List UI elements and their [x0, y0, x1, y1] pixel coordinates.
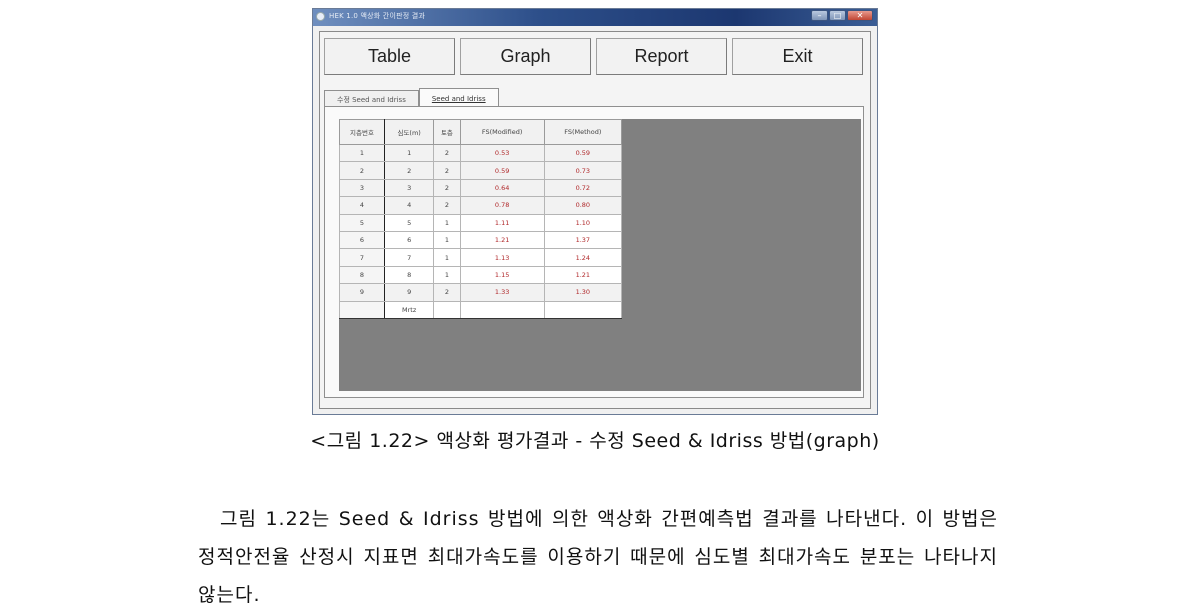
cell-fs-method[interactable]: 0.59 — [543, 143, 623, 163]
table-row[interactable]: 1 1 2 0.53 0.59 — [339, 143, 623, 163]
cell-soil[interactable]: 1 — [433, 213, 461, 232]
cell-soil[interactable]: 2 — [433, 196, 461, 215]
table-row[interactable]: 6 6 1 1.21 1.37 — [339, 230, 623, 250]
cell-fs-modified[interactable]: 0.59 — [459, 161, 545, 180]
cell-depth[interactable]: 8 — [383, 265, 435, 285]
cell-depth[interactable]: 1 — [383, 143, 435, 163]
cell-fs-modified[interactable]: 1.15 — [459, 265, 545, 285]
grid-header-row: 지층번호 심도(m) 토층 FS(Modified) FS(Method) — [339, 119, 623, 145]
app-icon — [316, 12, 325, 21]
cell-fs-method[interactable]: 1.21 — [543, 265, 623, 285]
window-controls: – □ ✕ — [811, 10, 873, 21]
col-header-depth[interactable]: 심도(m) — [383, 119, 435, 145]
row-number: 6 — [339, 230, 385, 250]
cell-depth[interactable]: 4 — [383, 196, 435, 215]
table-row[interactable]: 4 4 2 0.78 0.80 — [339, 196, 623, 215]
cell-depth[interactable]: 5 — [383, 213, 435, 232]
row-number: 3 — [339, 178, 385, 198]
cell-soil[interactable]: 2 — [433, 283, 461, 302]
title-bar[interactable]: HEK 1.0 액상화 간이판정 결과 – □ ✕ — [313, 9, 877, 26]
cell-soil[interactable]: 1 — [433, 230, 461, 250]
toolbar: Table Graph Report Exit — [324, 38, 863, 75]
table-row[interactable]: 2 2 2 0.59 0.73 — [339, 161, 623, 180]
cell-fs-method[interactable]: 1.10 — [543, 213, 623, 232]
cell-depth[interactable]: 7 — [383, 248, 435, 267]
table-footer-row: Mrtz — [339, 300, 623, 319]
row-number: 7 — [339, 248, 385, 267]
grid-background: 지층번호 심도(m) 토층 FS(Modified) FS(Method) 1 … — [339, 119, 861, 391]
cell-depth[interactable]: 6 — [383, 230, 435, 250]
cell-depth[interactable]: 3 — [383, 178, 435, 198]
col-header-fs-method[interactable]: FS(Method) — [543, 119, 623, 145]
tab-panel: 지층번호 심도(m) 토층 FS(Modified) FS(Method) 1 … — [324, 106, 864, 398]
cell-fs-method[interactable]: 0.73 — [543, 161, 623, 180]
col-header-soil[interactable]: 토층 — [433, 119, 461, 145]
row-number: 8 — [339, 265, 385, 285]
minimize-button[interactable]: – — [811, 10, 828, 21]
cell-soil[interactable]: 1 — [433, 248, 461, 267]
table-button[interactable]: Table — [324, 38, 455, 75]
exit-button[interactable]: Exit — [732, 38, 863, 75]
table-row[interactable]: 8 8 1 1.15 1.21 — [339, 265, 623, 285]
cell-soil[interactable]: 2 — [433, 161, 461, 180]
cell-fs-modified[interactable]: 0.53 — [459, 143, 545, 163]
cell-depth[interactable]: 2 — [383, 161, 435, 180]
footer-cell-fs-modified — [459, 300, 545, 319]
cell-fs-modified[interactable]: 1.21 — [459, 230, 545, 250]
cell-depth[interactable]: 9 — [383, 283, 435, 302]
cell-fs-modified[interactable]: 1.11 — [459, 213, 545, 232]
cell-fs-method[interactable]: 0.72 — [543, 178, 623, 198]
col-header-layer-no[interactable]: 지층번호 — [339, 119, 385, 145]
close-button[interactable]: ✕ — [847, 10, 873, 21]
row-number: 1 — [339, 143, 385, 163]
table-row[interactable]: 7 7 1 1.13 1.24 — [339, 248, 623, 267]
app-window: HEK 1.0 액상화 간이판정 결과 – □ ✕ Table Graph Re… — [312, 8, 878, 415]
cell-soil[interactable]: 2 — [433, 178, 461, 198]
cell-fs-method[interactable]: 1.24 — [543, 248, 623, 267]
cell-fs-modified[interactable]: 0.64 — [459, 178, 545, 198]
col-header-fs-modified[interactable]: FS(Modified) — [459, 119, 545, 145]
row-number: 5 — [339, 213, 385, 232]
maximize-button[interactable]: □ — [829, 10, 846, 21]
report-button[interactable]: Report — [596, 38, 727, 75]
client-area: Table Graph Report Exit 수정 Seed and Idri… — [319, 31, 871, 409]
cell-fs-method[interactable]: 0.80 — [543, 196, 623, 215]
cell-fs-modified[interactable]: 1.33 — [459, 283, 545, 302]
table-row[interactable]: 3 3 2 0.64 0.72 — [339, 178, 623, 198]
footer-cell-soil — [433, 300, 461, 319]
table-row[interactable]: 5 5 1 1.11 1.10 — [339, 213, 623, 232]
cell-fs-modified[interactable]: 0.78 — [459, 196, 545, 215]
figure-caption: <그림 1.22> 액상화 평가결과 - 수정 Seed & Idriss 방법… — [310, 430, 880, 452]
table-row[interactable]: 9 9 2 1.33 1.30 — [339, 283, 623, 302]
row-number: 2 — [339, 161, 385, 180]
cell-fs-modified[interactable]: 1.13 — [459, 248, 545, 267]
cell-fs-method[interactable]: 1.30 — [543, 283, 623, 302]
tab-bar: 수정 Seed and Idriss Seed and Idriss — [324, 88, 499, 109]
footer-row-number — [339, 300, 385, 319]
row-number: 9 — [339, 283, 385, 302]
window-title: HEK 1.0 액상화 간이판정 결과 — [329, 12, 426, 20]
row-number: 4 — [339, 196, 385, 215]
results-grid: 지층번호 심도(m) 토층 FS(Modified) FS(Method) 1 … — [339, 119, 623, 319]
footer-cell-fs-method — [543, 300, 623, 319]
cell-soil[interactable]: 1 — [433, 265, 461, 285]
body-paragraph: 그림 1.22는 Seed & Idriss 방법에 의한 액상화 간편예측법 … — [198, 508, 998, 606]
cell-fs-method[interactable]: 1.37 — [543, 230, 623, 250]
graph-button[interactable]: Graph — [460, 38, 591, 75]
cell-soil[interactable]: 2 — [433, 143, 461, 163]
footer-cell-depth: Mrtz — [383, 300, 435, 319]
